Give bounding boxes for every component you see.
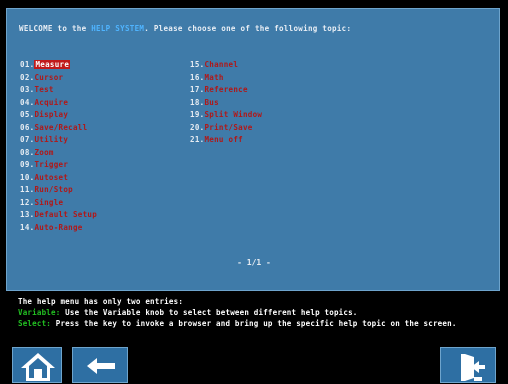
page-indicator: - 1/1 - [237, 258, 271, 267]
select-key-label: Select: [18, 319, 52, 328]
home-button[interactable] [12, 347, 62, 383]
help-intro: The help menu has only two entries: [18, 297, 184, 306]
welcome-text-pre: WELCOME to the [19, 24, 92, 33]
topic-item-reference[interactable]: 17.Reference [190, 84, 262, 97]
topic-item-default-setup[interactable]: 13.Default Setup [20, 209, 97, 222]
help-instructions: The help menu has only two entries: Vari… [18, 296, 457, 329]
exit-button[interactable] [440, 347, 496, 383]
topic-item-utility[interactable]: 07.Utility [20, 134, 97, 147]
select-description: Press the key to invoke a browser and br… [51, 319, 457, 328]
topic-item-bus[interactable]: 18.Bus [190, 97, 262, 110]
help-system-highlight: HELP SYSTEM [91, 24, 145, 33]
welcome-text-post: . Please choose one of the following top… [144, 24, 352, 33]
topic-item-auto-range[interactable]: 14.Auto-Range [20, 222, 97, 235]
topic-column-left: 01.Measure 02.Cursor 03.Test 04.Acquire … [20, 59, 97, 234]
exit-door-icon [461, 354, 485, 381]
topic-item-channel[interactable]: 15.Channel [190, 59, 262, 72]
welcome-message: WELCOME to the HELP SYSTEM. Please choos… [19, 24, 351, 33]
topic-item-menu-off[interactable]: 21.Menu off [190, 134, 262, 147]
home-icon [21, 353, 55, 381]
topic-item-trigger[interactable]: 09.Trigger [20, 159, 97, 172]
topic-item-cursor[interactable]: 02.Cursor [20, 72, 97, 85]
help-select-line: Select: Press the key to invoke a browse… [18, 318, 457, 329]
topic-item-measure[interactable]: 01.Measure [20, 59, 97, 72]
topic-item-display[interactable]: 05.Display [20, 109, 97, 122]
back-button[interactable] [72, 347, 128, 383]
topic-item-save-recall[interactable]: 06.Save/Recall [20, 122, 97, 135]
topic-item-run-stop[interactable]: 11.Run/Stop [20, 184, 97, 197]
help-variable-line: Variable: Use the Variable knob to selec… [18, 307, 457, 318]
topic-item-single[interactable]: 12.Single [20, 197, 97, 210]
variable-description: Use the Variable knob to select between … [60, 308, 358, 317]
topic-item-print-save[interactable]: 20.Print/Save [190, 122, 262, 135]
variable-key-label: Variable: [18, 308, 61, 317]
topic-column-right: 15.Channel 16.Math 17.Reference 18.Bus 1… [190, 59, 262, 147]
topic-item-autoset[interactable]: 10.Autoset [20, 172, 97, 185]
topic-item-test[interactable]: 03.Test [20, 84, 97, 97]
topic-item-acquire[interactable]: 04.Acquire [20, 97, 97, 110]
topic-item-split-window[interactable]: 19.Split Window [190, 109, 262, 122]
topic-item-math[interactable]: 16.Math [190, 72, 262, 85]
arrow-left-icon [87, 358, 115, 374]
topic-item-zoom[interactable]: 08.Zoom [20, 147, 97, 160]
